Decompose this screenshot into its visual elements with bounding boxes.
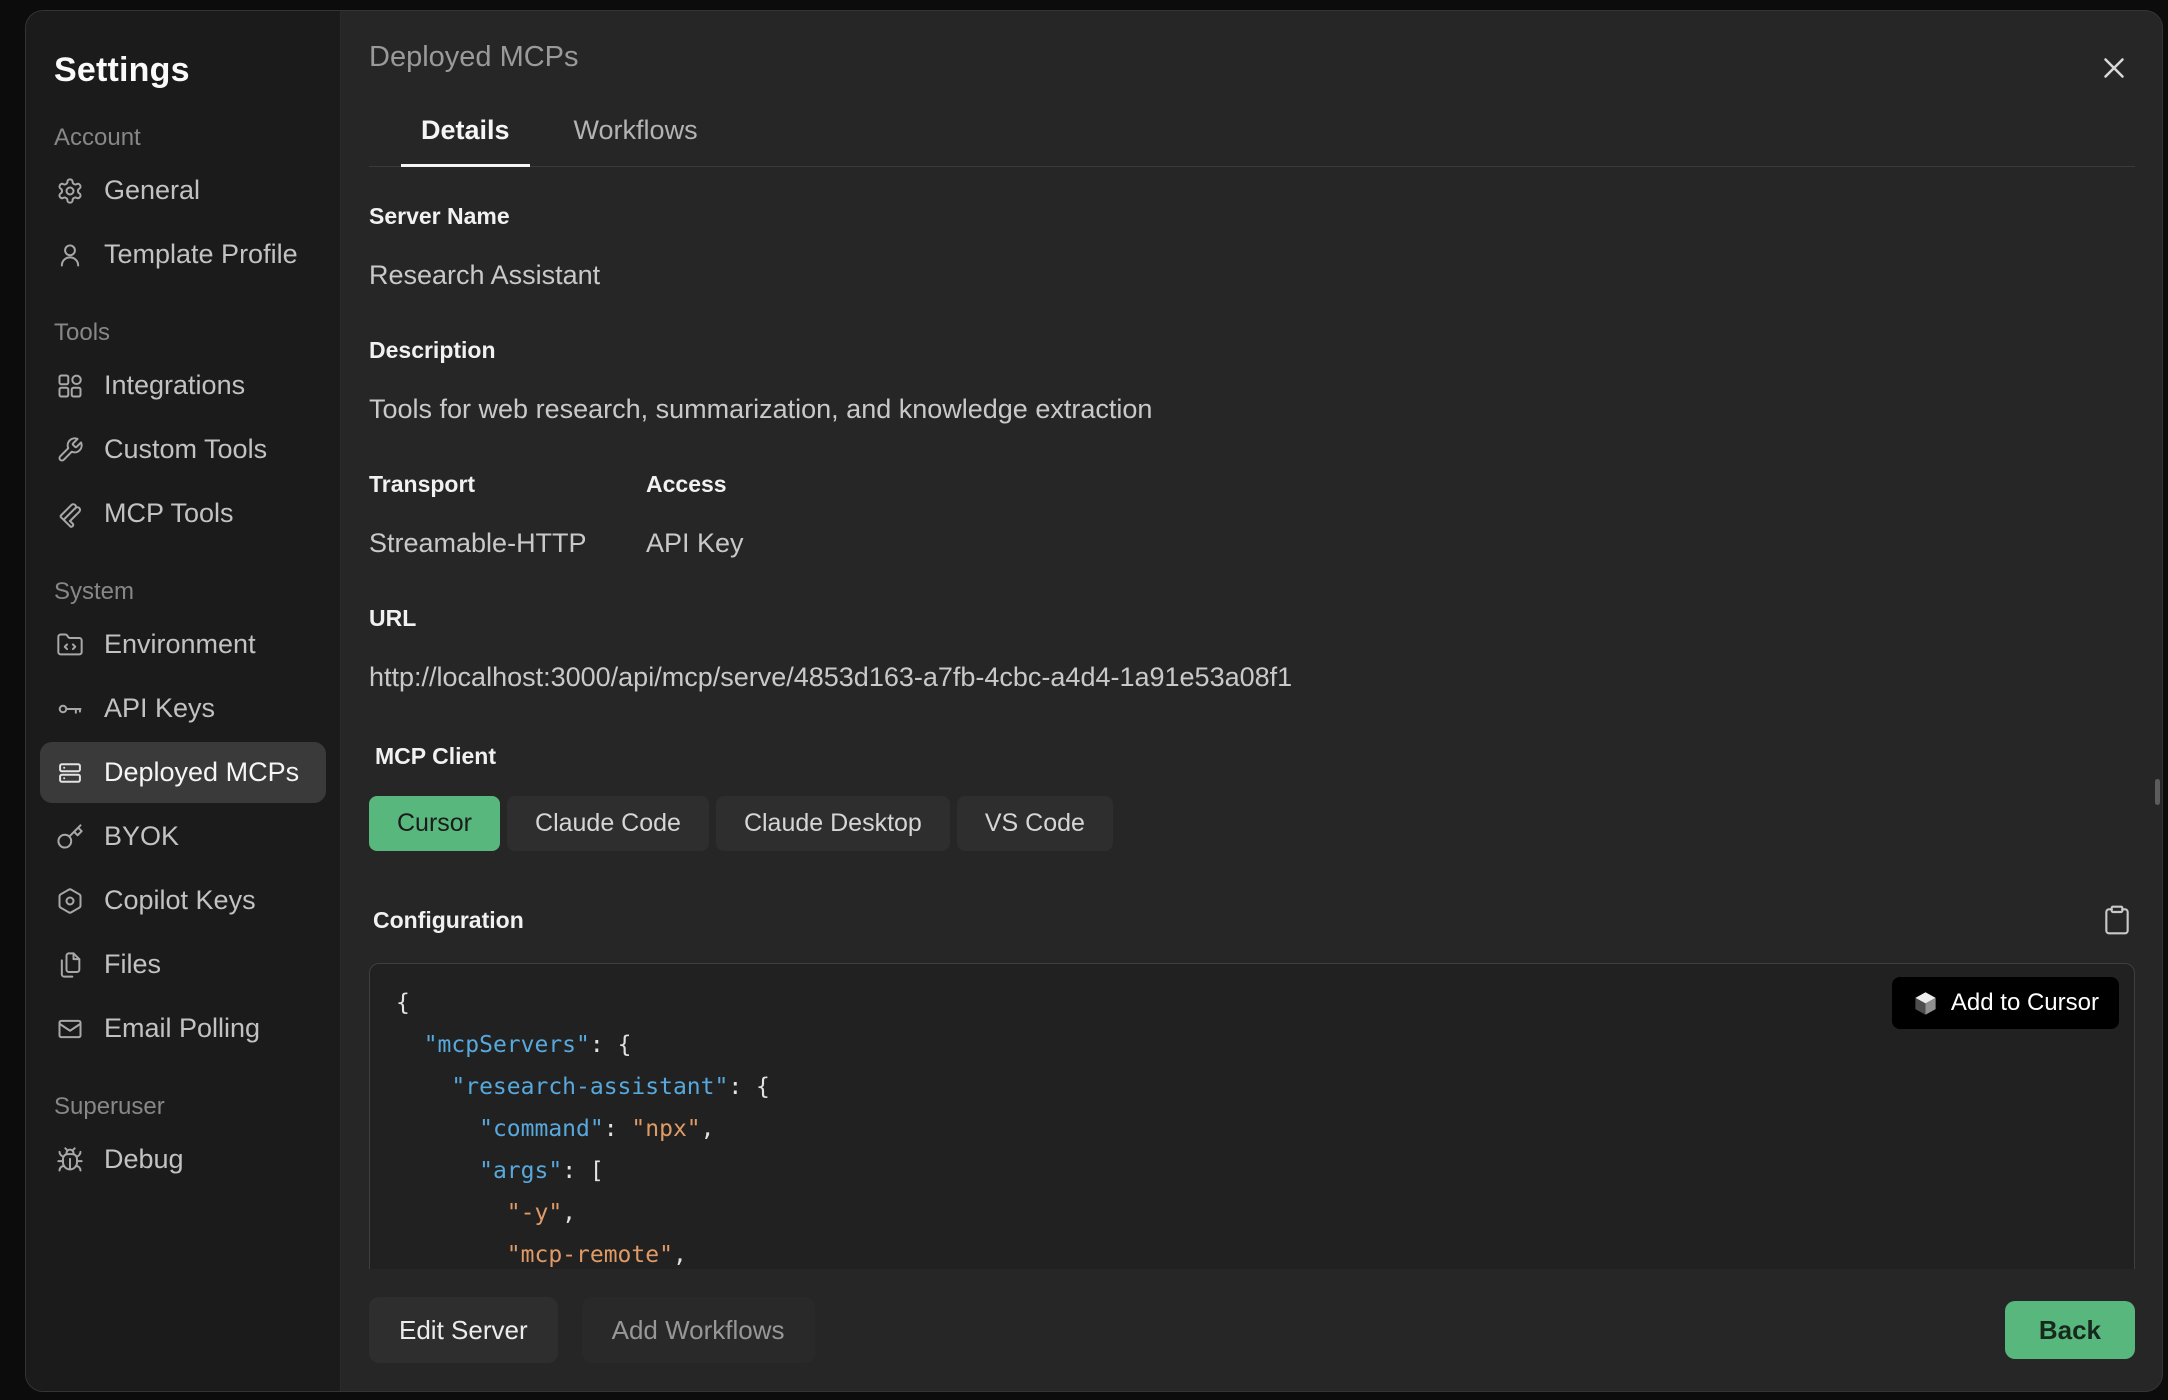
settings-title: Settings (54, 51, 326, 90)
code-line: "args": [ (396, 1150, 2108, 1192)
sidebar-item-template-profile[interactable]: Template Profile (40, 224, 326, 285)
server-name-value: Research Assistant (369, 260, 2135, 291)
edit-server-button[interactable]: Edit Server (369, 1297, 558, 1363)
sidebar-item-integrations[interactable]: Integrations (40, 355, 326, 416)
client-button-cursor[interactable]: Cursor (369, 796, 500, 851)
sidebar-item-label: Custom Tools (104, 434, 267, 465)
sidebar-item-copilot-keys[interactable]: Copilot Keys (40, 870, 326, 931)
sidebar-item-label: Deployed MCPs (104, 757, 299, 788)
settings-sidebar: Settings Account General Template Profile T… (26, 11, 341, 1391)
mail-icon (56, 1015, 84, 1043)
sidebar-item-label: BYOK (104, 821, 179, 852)
code-line: "mcp-remote", (396, 1234, 2108, 1269)
close-icon[interactable] (2093, 47, 2135, 89)
sidebar-item-label: General (104, 175, 200, 206)
tabbar: Details Workflows (369, 115, 2135, 167)
description-value: Tools for web research, summarization, a… (369, 394, 2135, 425)
mcp-client-label: MCP Client (375, 743, 2135, 770)
code-line: "command": "npx", (396, 1108, 2108, 1150)
configuration-label: Configuration (373, 907, 524, 934)
mcp-client-selector: CursorClaude CodeClaude DesktopVS Code (369, 796, 2135, 851)
copy-configuration-icon[interactable] (2101, 901, 2135, 939)
code-line: { (396, 982, 2108, 1024)
sidebar-item-email-polling[interactable]: Email Polling (40, 998, 326, 1059)
sidebar-section-label-account: Account (54, 124, 312, 152)
sidebar-item-mcp-tools[interactable]: MCP Tools (40, 483, 326, 544)
files-icon (56, 951, 84, 979)
gear-icon (56, 177, 84, 205)
sidebar-item-label: API Keys (104, 693, 215, 724)
code-line: "-y", (396, 1192, 2108, 1234)
settings-modal: Settings Account General Template Profile T… (25, 10, 2163, 1392)
tab-details[interactable]: Details (401, 115, 530, 166)
url-label: URL (369, 605, 2135, 632)
sidebar-item-label: Template Profile (104, 239, 298, 270)
footer: Edit Server Add Workflows Back (369, 1269, 2135, 1391)
configuration-code-block: Add to Cursor { "mcpServers": { "researc… (369, 963, 2135, 1269)
hexagon-icon (56, 887, 84, 915)
sidebar-item-api-keys[interactable]: API Keys (40, 678, 326, 739)
sidebar-item-custom-tools[interactable]: Custom Tools (40, 419, 326, 480)
user-icon (56, 241, 84, 269)
transport-label: Transport (369, 471, 646, 498)
key-diagonal-icon (56, 823, 84, 851)
sidebar-item-files[interactable]: Files (40, 934, 326, 995)
add-to-cursor-button[interactable]: Add to Cursor (1892, 977, 2119, 1029)
folder-code-icon (56, 631, 84, 659)
sidebar-item-byok[interactable]: BYOK (40, 806, 326, 867)
sidebar-item-environment[interactable]: Environment (40, 614, 326, 675)
deployed-mcps-panel: Deployed MCPs Details Workflows Server Na… (341, 11, 2162, 1391)
tab-workflows[interactable]: Workflows (554, 115, 718, 166)
client-button-claude-code[interactable]: Claude Code (507, 796, 709, 851)
sidebar-section-label-superuser: Superuser (54, 1093, 312, 1121)
access-value: API Key (646, 528, 744, 559)
url-value: http://localhost:3000/api/mcp/serve/4853… (369, 662, 2135, 693)
key-icon (56, 695, 84, 723)
client-button-vs-code[interactable]: VS Code (957, 796, 1113, 851)
sidebar-item-label: Integrations (104, 370, 245, 401)
sidebar-item-label: Email Polling (104, 1013, 260, 1044)
sidebar-item-general[interactable]: General (40, 160, 326, 221)
sidebar-item-label: Environment (104, 629, 256, 660)
sidebar-section-label-system: System (54, 578, 312, 606)
description-label: Description (369, 337, 2135, 364)
sidebar-nav: Account General Template Profile Tools Integ… (40, 124, 326, 1190)
transport-value: Streamable-HTTP (369, 528, 646, 559)
sidebar-item-deployed-mcps[interactable]: Deployed MCPs (40, 742, 326, 803)
sidebar-item-label: Files (104, 949, 161, 980)
wrench-icon (56, 436, 84, 464)
cursor-logo-icon (1912, 990, 1939, 1017)
scrollbar-thumb[interactable] (2155, 779, 2160, 805)
blocks-icon (56, 372, 84, 400)
code-line: "research-assistant": { (396, 1066, 2108, 1108)
details-content: Server Name Research Assistant Descripti… (369, 167, 2135, 1269)
server-icon (56, 759, 84, 787)
mcp-icon (56, 500, 84, 528)
access-label: Access (646, 471, 744, 498)
client-button-claude-desktop[interactable]: Claude Desktop (716, 796, 950, 851)
sidebar-item-label: Debug (104, 1144, 184, 1175)
panel-title: Deployed MCPs (369, 41, 579, 74)
sidebar-section-label-tools: Tools (54, 319, 312, 347)
sidebar-item-label: Copilot Keys (104, 885, 256, 916)
sidebar-item-label: MCP Tools (104, 498, 234, 529)
add-to-cursor-label: Add to Cursor (1951, 989, 2099, 1017)
bug-icon (56, 1146, 84, 1174)
sidebar-item-debug[interactable]: Debug (40, 1129, 326, 1190)
back-button[interactable]: Back (2005, 1301, 2135, 1359)
add-workflows-button[interactable]: Add Workflows (582, 1297, 815, 1363)
code-line: "mcpServers": { (396, 1024, 2108, 1066)
panel-header: Deployed MCPs (369, 41, 2135, 89)
server-name-label: Server Name (369, 203, 2135, 230)
